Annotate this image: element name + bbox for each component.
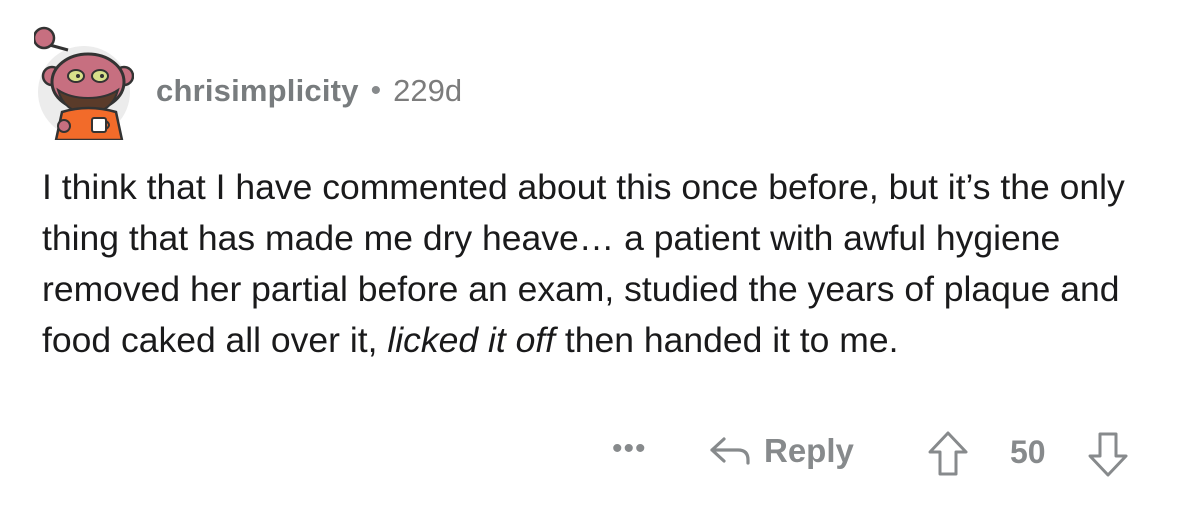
- comment-body-text-end: then handed it to me.: [555, 320, 899, 360]
- comment-body: I think that I have commented about this…: [42, 162, 1152, 366]
- reply-label: Reply: [764, 432, 854, 469]
- comment-age: 229d: [393, 73, 463, 108]
- comment-body-italic: licked it off: [387, 320, 556, 360]
- avatar[interactable]: [34, 20, 134, 140]
- comment-header: chrisimplicity • 229d: [34, 20, 462, 140]
- username[interactable]: chrisimplicity: [156, 73, 359, 109]
- vote-score: 50: [1010, 434, 1046, 470]
- comment-meta: chrisimplicity • 229d: [156, 73, 462, 109]
- upvote-arrow-icon: [928, 431, 968, 476]
- upvote-button[interactable]: [926, 430, 970, 483]
- reply-button[interactable]: Reply: [708, 432, 854, 470]
- more-options-button[interactable]: •••: [612, 432, 647, 466]
- comment-actions: ••• Reply 50: [0, 428, 1179, 484]
- snoo-avatar-icon: [34, 26, 134, 140]
- downvote-button[interactable]: [1086, 430, 1130, 483]
- meta-separator: •: [370, 74, 382, 107]
- reply-arrow-icon: [710, 437, 750, 465]
- comment: chrisimplicity • 229d I think that I hav…: [0, 0, 1179, 514]
- downvote-arrow-icon: [1088, 432, 1128, 477]
